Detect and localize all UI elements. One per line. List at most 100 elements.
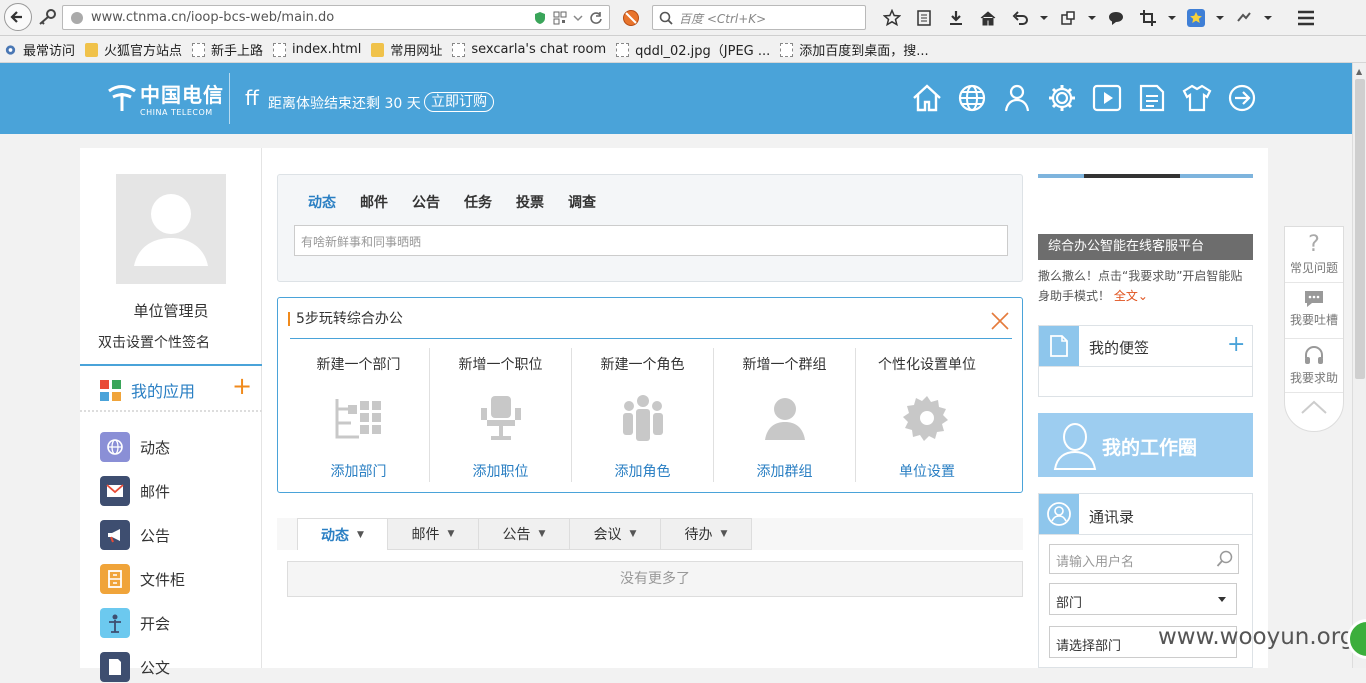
feed-tab-meeting[interactable]: 会议 ▼ [570,518,661,550]
addon-icon[interactable] [1228,7,1260,29]
document-icon[interactable] [1129,82,1174,114]
app-item-mail[interactable]: 邮件 [100,475,250,507]
play-icon[interactable] [1084,82,1129,114]
feed-tab-dynamic[interactable]: 动态 ▼ [297,518,388,550]
chevron-down-icon[interactable] [1036,7,1052,29]
bookmark-item[interactable]: sexcarla's chat room [452,42,606,57]
team-icon [615,392,671,444]
china-telecom-logo[interactable]: 中国电信 CHINA TELECOM [106,79,224,117]
back-arrow-icon [10,11,22,23]
feed-tab-mail[interactable]: 邮件 ▼ [388,518,479,550]
reading-list-icon[interactable] [908,7,940,29]
feedback-button[interactable]: 我要吐槽 [1285,285,1343,339]
chat-bubble-icon[interactable] [1100,7,1132,29]
search-icon[interactable] [1216,550,1234,568]
department-icon [331,392,387,444]
feed-tab-notice[interactable]: 公告 ▼ [479,518,570,550]
globe-icon[interactable] [949,82,994,114]
bookmark-item[interactable]: 常用网址 [371,40,442,59]
bookmark-item[interactable]: index.html [273,42,361,57]
buy-now-button[interactable]: 立即订购 [424,92,494,112]
back-button[interactable] [4,3,32,31]
department-select[interactable]: 部门 [1049,583,1237,615]
caret-down-icon: ▼ [538,529,546,539]
tab-vote[interactable]: 投票 [516,192,544,212]
qr-icon[interactable] [553,11,567,25]
scroll-up-icon[interactable]: ▲ [1356,67,1362,76]
adblock-icon[interactable] [622,9,640,27]
tab-dynamic[interactable]: 动态 [308,192,336,212]
menu-icon[interactable] [1290,7,1322,29]
bookmark-item[interactable]: 火狐官方站点 [85,40,182,59]
shield-icon[interactable] [533,11,547,25]
read-more-link[interactable]: 全文⌄ [1114,289,1148,303]
logo-english: CHINA TELECOM [140,108,213,117]
user-name: ff [245,86,259,110]
page-scrollbar[interactable]: ▲ [1352,63,1366,668]
back-to-top-button[interactable] [1285,397,1343,427]
faq-button[interactable]: ? 常见问题 [1285,233,1343,283]
gear-icon [899,392,955,444]
bookmark-item[interactable]: 最常访问 [4,40,75,59]
user-icon[interactable] [994,82,1039,114]
unit-settings-link[interactable]: 单位设置 [856,461,998,481]
addon-star-icon[interactable] [1180,7,1212,29]
contacts-icon [1039,494,1079,534]
close-icon[interactable] [990,311,1010,331]
chevron-down-icon[interactable] [1164,7,1180,29]
home-icon[interactable] [904,82,949,114]
app-item-document[interactable]: 公文 [100,651,250,683]
app-item-notice[interactable]: 公告 [100,519,250,551]
dropdown-icon[interactable] [573,11,583,25]
key-icon[interactable] [37,8,57,26]
add-role-link[interactable]: 添加角色 [572,461,713,481]
question-icon: ? [1308,232,1320,257]
reload-icon[interactable] [589,11,603,25]
avatar[interactable] [116,174,226,284]
bookmark-item[interactable]: qddl_02.jpg（JPEG ... [616,40,770,59]
tab-survey[interactable]: 调查 [568,192,596,212]
download-icon[interactable] [940,7,972,29]
tab-notice[interactable]: 公告 [412,192,440,212]
add-app-button[interactable]: + [232,372,252,400]
service-banner-label[interactable]: 综合办公智能在线客服平台 [1038,234,1253,260]
tab-task[interactable]: 任务 [464,192,492,212]
bookmark-item[interactable]: 新手上路 [192,40,263,59]
browser-navbar: www.ctnma.cn/ioop-bcs-web/main.do 百度 <Ct… [0,0,1366,36]
shirt-icon[interactable] [1174,82,1219,114]
caret-down-icon: ▼ [720,529,728,539]
cabinet-icon [100,564,130,594]
app-item-meeting[interactable]: 开会 [100,607,250,639]
contact-search-input[interactable]: 请输入用户名 [1049,544,1239,574]
work-circle-title: 我的工作圈 [1102,437,1198,459]
post-input[interactable]: 有啥新鲜事和同事晒晒 [294,225,1008,256]
tab-mail[interactable]: 邮件 [360,192,388,212]
app-item-dynamic[interactable]: 动态 [100,431,250,463]
search-bar[interactable]: 百度 <Ctrl+K> [652,5,866,30]
url-bar[interactable]: www.ctnma.cn/ioop-bcs-web/main.do [62,5,610,30]
scroll-thumb[interactable] [1355,79,1365,379]
add-note-button[interactable]: + [1227,332,1245,357]
undo-icon[interactable] [1004,7,1036,29]
ask-help-button[interactable]: 我要求助 [1285,341,1343,393]
home-icon[interactable] [972,7,1004,29]
add-department-link[interactable]: 添加部门 [288,461,429,481]
panel-divider [290,338,1012,339]
logout-icon[interactable] [1219,82,1264,114]
crop-icon[interactable] [1132,7,1164,29]
bookmark-item[interactable]: 添加百度到桌面，搜... [780,40,929,59]
role-name: 单位管理员 [133,302,209,320]
add-position-link[interactable]: 添加职位 [430,461,571,481]
chevron-down-icon[interactable] [1212,7,1228,29]
bookmark-star-icon[interactable] [876,7,908,29]
banner-indicator [1084,174,1180,178]
gear-icon[interactable] [1039,82,1084,114]
feed-tab-todo[interactable]: 待办 ▼ [661,518,752,550]
chevron-down-icon[interactable] [1260,7,1276,29]
work-circle-card[interactable]: 我的工作圈 [1038,413,1253,477]
chevron-down-icon[interactable] [1084,7,1100,29]
app-item-cabinet[interactable]: 文件柜 [100,563,250,595]
signature-text[interactable]: 双击设置个性签名 [98,332,210,352]
window-icon[interactable] [1052,7,1084,29]
add-group-link[interactable]: 添加群组 [714,461,855,481]
